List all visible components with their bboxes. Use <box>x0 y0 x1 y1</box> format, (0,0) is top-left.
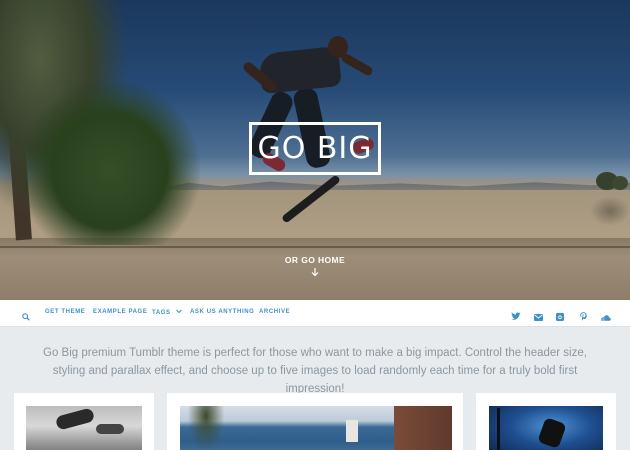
nav-example-page[interactable]: EXAMPLE PAGE <box>93 309 147 315</box>
nav-ask-us-anything[interactable]: ASK US ANYTHING <box>190 309 254 315</box>
nav-bar: GET THEME EXAMPLE PAGE TAGS ASK US ANYTH… <box>0 300 630 327</box>
instagram-icon[interactable] <box>556 308 566 321</box>
nav-get-theme[interactable]: GET THEME <box>45 309 85 315</box>
nav-archive[interactable]: ARCHIVE <box>259 309 290 315</box>
nav-tags[interactable]: TAGS <box>152 309 182 316</box>
post-card[interactable] <box>167 393 463 450</box>
post-image[interactable] <box>26 406 142 450</box>
hero-tagline[interactable]: OR GO HOME <box>265 255 365 265</box>
chevron-down-icon <box>176 309 182 314</box>
post-card[interactable] <box>476 393 616 450</box>
pinterest-icon[interactable] <box>580 308 590 321</box>
twitter-icon[interactable] <box>511 308 521 320</box>
soundcloud-icon[interactable] <box>601 308 611 321</box>
hero-header: GO BIG OR GO HOME <box>0 0 630 300</box>
post-image[interactable] <box>489 406 603 450</box>
nav-tags-label: TAGS <box>152 310 171 316</box>
logo-text: GO BIG <box>257 131 373 166</box>
post-card[interactable] <box>14 393 154 450</box>
site-logo[interactable]: GO BIG <box>249 122 381 175</box>
mail-icon[interactable] <box>534 308 544 321</box>
intro-text: Go Big premium Tumblr theme is perfect f… <box>43 347 587 395</box>
post-image[interactable] <box>180 406 452 450</box>
search-icon[interactable] <box>22 308 32 321</box>
arrow-down-icon[interactable] <box>309 267 321 279</box>
